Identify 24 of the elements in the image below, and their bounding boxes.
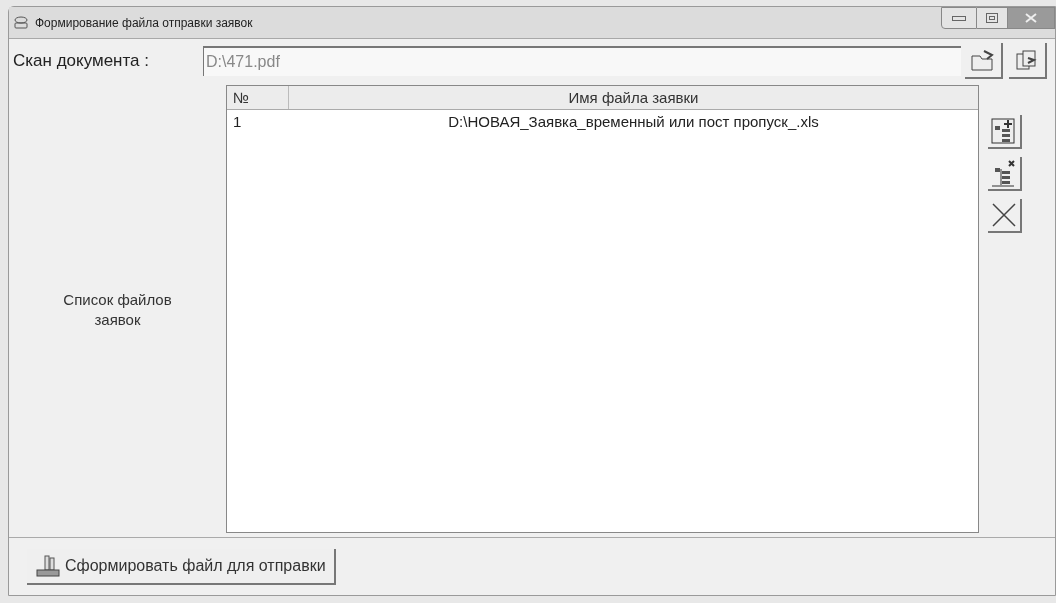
close-icon	[990, 201, 1018, 229]
column-header[interactable]: Имя файла заявки	[289, 86, 978, 109]
copy-document-button[interactable]	[1009, 43, 1047, 79]
column-header[interactable]: №	[227, 86, 289, 109]
table-cell-text: 1	[232, 111, 243, 132]
minimize-button[interactable]	[941, 7, 977, 29]
generate-file-button[interactable]: Сформировать файл для отправки	[27, 548, 336, 585]
close-button[interactable]	[1007, 7, 1055, 29]
maximize-icon	[986, 13, 998, 23]
window-icon	[13, 15, 29, 30]
clear-button[interactable]	[988, 199, 1022, 233]
window-title: Формирование файла отправки заявок	[35, 14, 253, 32]
remove-row-button[interactable]	[988, 157, 1022, 191]
close-icon	[1025, 13, 1037, 23]
scan-label: Скан документа :	[13, 50, 150, 73]
open-folder-button[interactable]	[965, 43, 1003, 79]
maximize-button[interactable]	[977, 7, 1007, 29]
table-add-icon	[990, 117, 1018, 145]
table-remove-icon	[990, 159, 1018, 187]
minimize-icon	[952, 15, 966, 21]
folder-icon	[970, 48, 996, 72]
table-cell-text: D:\НОВАЯ_Заявка_временный или пост пропуск_.xls	[447, 111, 820, 132]
add-row-button[interactable]	[988, 115, 1022, 149]
list-label: Список файлов заявок	[62, 290, 173, 330]
